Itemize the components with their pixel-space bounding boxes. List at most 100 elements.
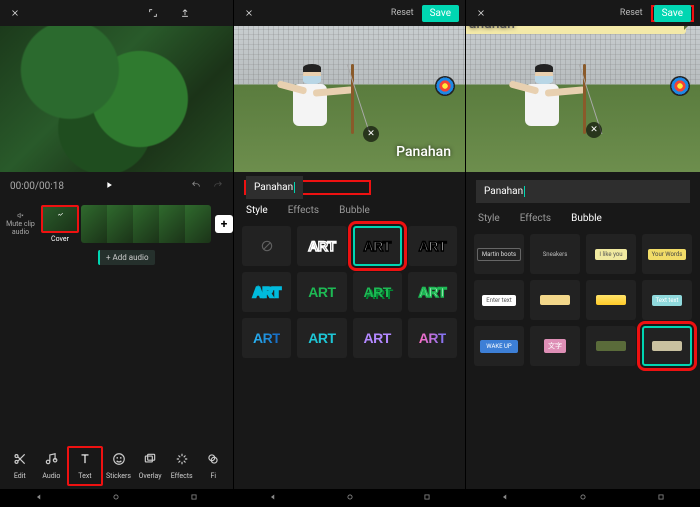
style-option[interactable]: ART: [353, 318, 402, 358]
add-clip-button[interactable]: +: [215, 215, 233, 233]
tool-filter[interactable]: Fi: [197, 446, 229, 486]
style-option[interactable]: ART: [353, 272, 402, 312]
bubble-grid: Martin bootsSneakersI like youYour Words…: [466, 228, 700, 372]
tool-effects[interactable]: Effects: [166, 446, 198, 486]
video-preview-2[interactable]: ✕ Panahan: [234, 26, 465, 172]
undo-icon[interactable]: [191, 180, 201, 193]
close-icon[interactable]: [6, 4, 24, 22]
style-option[interactable]: ART: [242, 272, 291, 312]
nav-back-icon[interactable]: [500, 492, 510, 505]
audio-track-row: + Add audio: [0, 247, 233, 267]
style-option[interactable]: ART: [408, 272, 457, 312]
tool-overlay[interactable]: Overlay: [134, 446, 166, 486]
nav-home-icon[interactable]: [578, 492, 588, 505]
style-option[interactable]: ART: [353, 226, 402, 266]
style-option[interactable]: ART: [408, 318, 457, 358]
reset-button[interactable]: Reset: [391, 8, 414, 18]
tab-style[interactable]: Style: [478, 213, 500, 224]
panel-editor-main: 00:00 / 00:18 Mute clip audio Co: [0, 0, 234, 507]
nav-back-icon[interactable]: [268, 492, 278, 505]
nav-back-icon[interactable]: [34, 492, 44, 505]
tool-audio[interactable]: Audio: [36, 446, 68, 486]
time-total: 00:18: [39, 181, 64, 192]
video-track[interactable]: +: [81, 205, 233, 243]
save-button[interactable]: Save: [654, 5, 691, 22]
sparkle-icon: [175, 452, 189, 470]
play-icon[interactable]: [104, 180, 114, 193]
android-nav: [234, 489, 465, 507]
video-preview-3[interactable]: ✕ Panahan: [466, 26, 700, 172]
music-icon: [44, 452, 58, 470]
mute-clip-button[interactable]: Mute clip audio: [0, 201, 41, 247]
topbar: [0, 0, 233, 26]
redo-icon[interactable]: [213, 180, 223, 193]
export-icon[interactable]: [176, 4, 194, 22]
tool-text[interactable]: Text: [67, 446, 103, 486]
nav-home-icon[interactable]: [111, 492, 121, 505]
text-input-row: Panahan: [466, 172, 700, 209]
panel-text-bubble: Reset Save ✕ Panahan Panahan Style Effec…: [466, 0, 700, 507]
style-option[interactable]: ART: [297, 272, 346, 312]
nav-home-icon[interactable]: [345, 492, 355, 505]
text-overlay[interactable]: Panahan: [396, 144, 451, 160]
cover-button[interactable]: Cover: [41, 205, 79, 243]
text-input[interactable]: Panahan: [246, 176, 303, 199]
delete-text-icon[interactable]: ✕: [363, 126, 379, 142]
style-option[interactable]: ART: [242, 318, 291, 358]
text-input-row: Panahan: [234, 172, 465, 201]
style-option[interactable]: ART: [297, 226, 346, 266]
bubble-option[interactable]: I like you: [586, 234, 636, 274]
tab-effects[interactable]: Effects: [288, 205, 319, 216]
fullscreen-icon[interactable]: [144, 4, 162, 22]
timeline: Mute clip audio Cover + + Add audio: [0, 201, 233, 267]
bubble-option[interactable]: 文字: [530, 326, 580, 366]
close-icon[interactable]: [240, 4, 258, 22]
tab-effects[interactable]: Effects: [520, 213, 551, 224]
smiley-icon: [112, 452, 126, 470]
archer-figure: [491, 56, 581, 156]
bubble-option[interactable]: Sneakers: [530, 234, 580, 274]
save-button[interactable]: Save: [422, 5, 459, 22]
nav-recent-icon[interactable]: [656, 492, 666, 505]
tab-style[interactable]: Style: [246, 205, 268, 216]
archery-target: [435, 76, 455, 96]
video-preview[interactable]: [0, 26, 233, 172]
tool-edit[interactable]: Edit: [4, 446, 36, 486]
bottom-toolbar: Edit Audio Text Stickers Overlay Effects…: [0, 445, 233, 487]
android-nav: [466, 489, 700, 507]
bubble-option[interactable]: [586, 326, 636, 366]
tool-stickers[interactable]: Stickers: [103, 446, 135, 486]
android-nav: [0, 489, 233, 507]
archery-target: [670, 76, 690, 96]
video-clip[interactable]: [81, 205, 211, 243]
bubble-option[interactable]: [586, 280, 636, 320]
add-audio-button[interactable]: + Add audio: [98, 250, 155, 265]
reset-button[interactable]: Reset: [620, 8, 643, 18]
style-option[interactable]: ART: [408, 226, 457, 266]
tabs: Style Effects Bubble: [234, 201, 465, 220]
bubble-option[interactable]: Martin boots: [474, 234, 524, 274]
scissors-icon: [13, 452, 27, 470]
bubble-option[interactable]: Text text: [642, 280, 692, 320]
tab-bubble[interactable]: Bubble: [571, 213, 602, 224]
text-overlay-bubble[interactable]: Panahan: [466, 26, 686, 34]
bubble-option[interactable]: Enter text: [474, 280, 524, 320]
bubble-option[interactable]: [642, 326, 692, 366]
close-icon[interactable]: [472, 4, 490, 22]
tabs: Style Effects Bubble: [466, 209, 700, 228]
text-icon: [78, 452, 92, 470]
tab-bubble[interactable]: Bubble: [339, 205, 370, 216]
nav-recent-icon[interactable]: [189, 492, 199, 505]
delete-text-icon[interactable]: ✕: [586, 122, 602, 138]
topbar-3: Reset Save: [466, 0, 700, 26]
style-option[interactable]: ART: [297, 318, 346, 358]
video-track-row: Mute clip audio Cover +: [0, 201, 233, 247]
bubble-option[interactable]: Your Words: [642, 234, 692, 274]
archer-figure: [259, 56, 349, 156]
nav-recent-icon[interactable]: [422, 492, 432, 505]
panel-text-style: Reset Save ✕ Panahan Panahan Style Effec…: [234, 0, 466, 507]
style-option[interactable]: [242, 226, 291, 266]
bubble-option[interactable]: WAKE UP: [474, 326, 524, 366]
bubble-option[interactable]: [530, 280, 580, 320]
text-input[interactable]: Panahan: [476, 180, 690, 203]
